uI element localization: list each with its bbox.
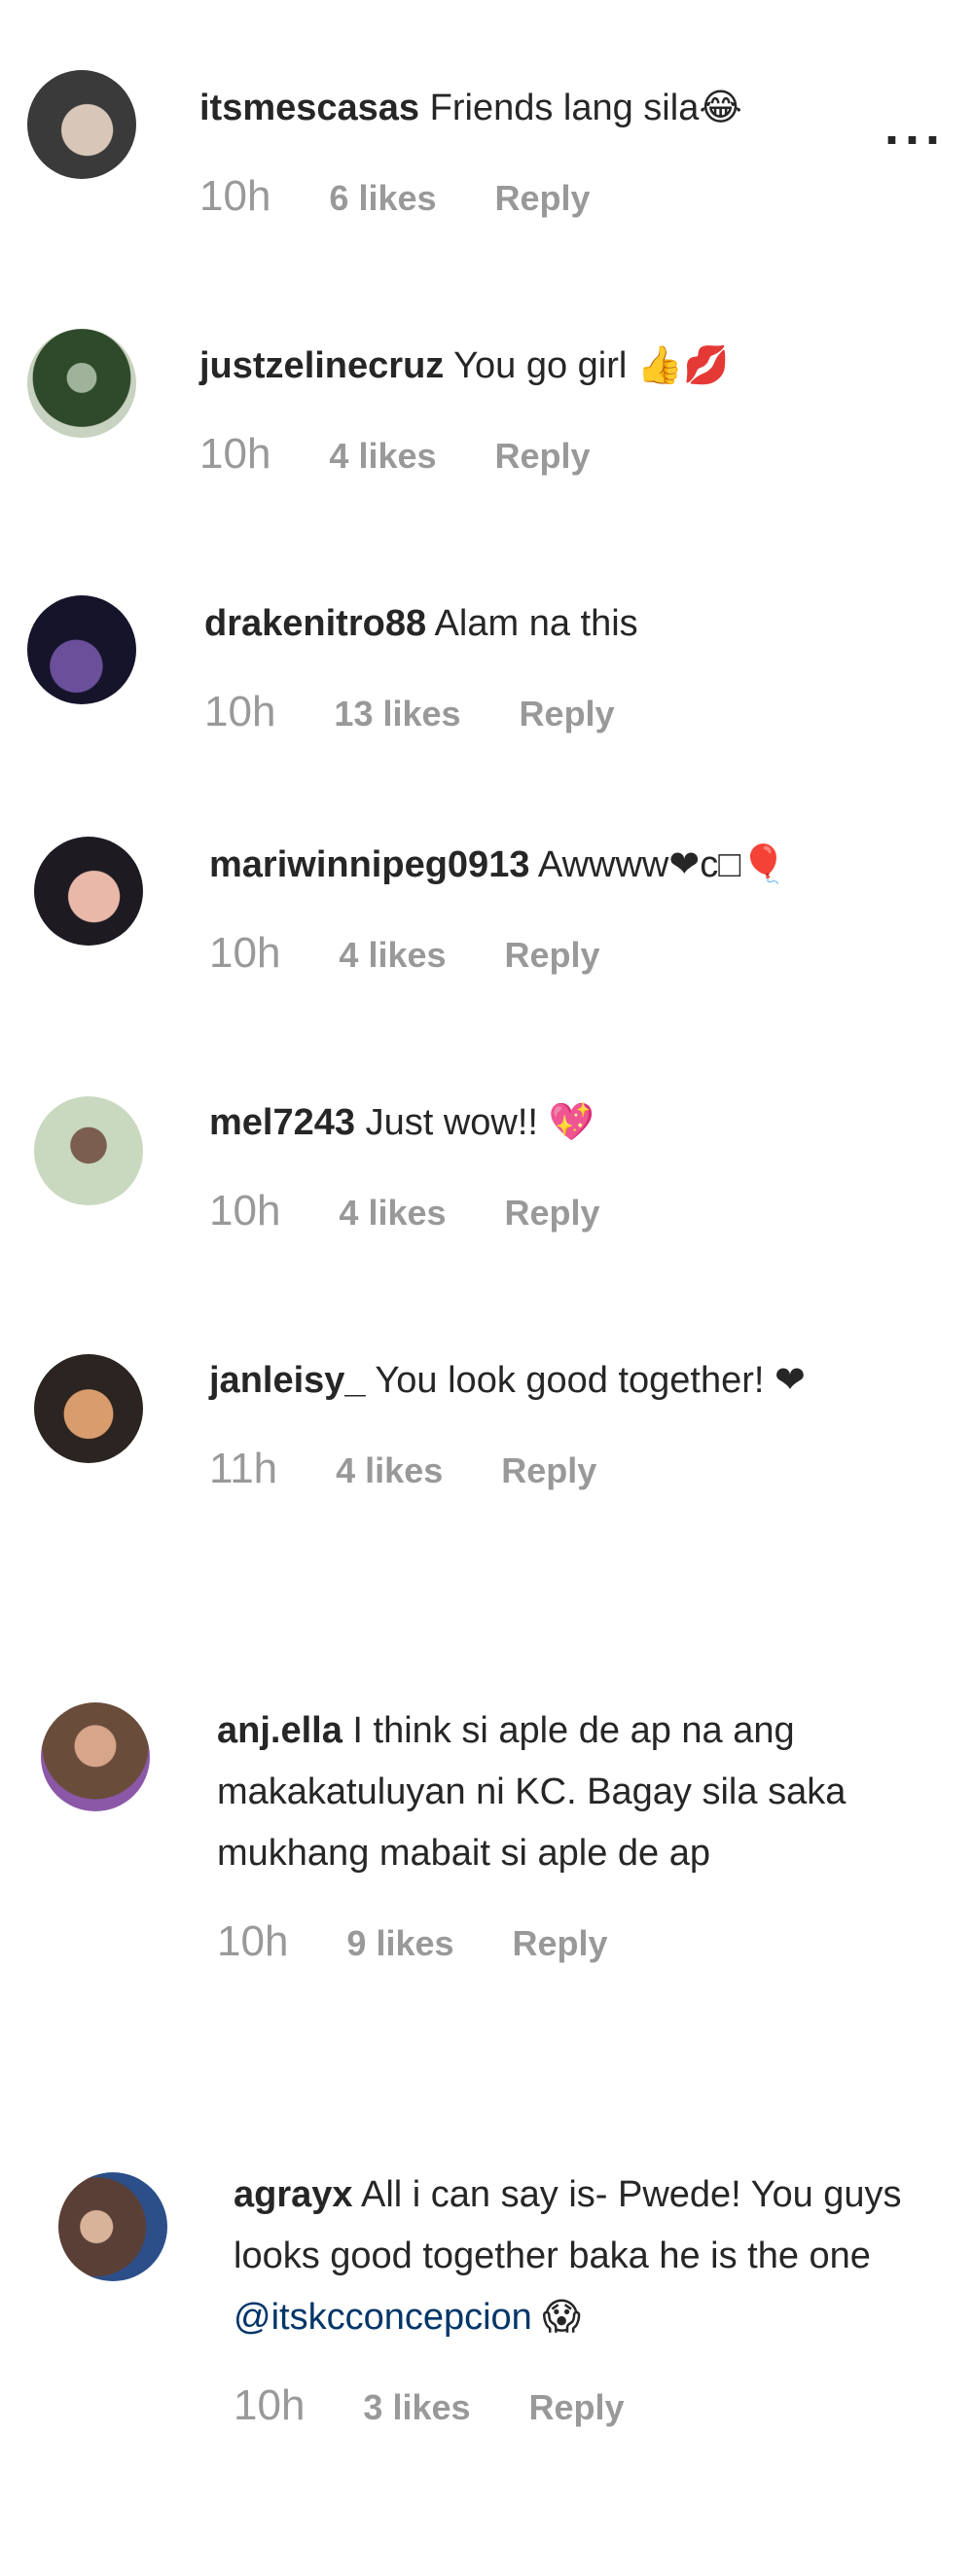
- comment-body-suffix: 😱: [531, 2297, 581, 2338]
- username-link[interactable]: mariwinnipeg0913: [209, 844, 529, 885]
- comment-text: mariwinnipeg0913 Awwww❤c□🎈: [209, 835, 929, 896]
- comment-text: anj.ella I think si aple de ap na ang ma…: [217, 1700, 937, 1884]
- timestamp: 10h: [199, 172, 271, 220]
- comment-meta: 10h 9 likes Reply: [217, 1917, 937, 1966]
- reply-button[interactable]: Reply: [520, 694, 615, 734]
- comment-text: mel7243 Just wow!! 💖: [209, 1092, 929, 1154]
- username-link[interactable]: itsmescasas: [199, 88, 419, 128]
- reply-button[interactable]: Reply: [505, 1193, 600, 1234]
- mention-link[interactable]: @itskcconcepcion: [234, 2297, 532, 2338]
- timestamp: 10h: [234, 2381, 306, 2429]
- comment-body: Alam na this: [426, 603, 638, 644]
- username-link[interactable]: agrayx: [234, 2174, 353, 2215]
- comment-text: itsmescasas Friends lang sila😂: [199, 78, 881, 139]
- comment-meta: 10h 3 likes Reply: [234, 2381, 934, 2430]
- timestamp: 10h: [217, 1917, 289, 1965]
- avatar[interactable]: [27, 329, 136, 438]
- avatar[interactable]: [58, 2172, 167, 2281]
- avatar[interactable]: [34, 1096, 143, 1205]
- avatar[interactable]: [41, 1702, 150, 1811]
- comment-text: justzelinecruz You go girl 👍💋: [199, 336, 900, 397]
- reply-button[interactable]: Reply: [495, 178, 591, 219]
- reply-button[interactable]: Reply: [513, 1923, 608, 1964]
- timestamp: 10h: [204, 688, 276, 735]
- comment-body: You go girl 👍💋: [444, 345, 730, 386]
- likes-count[interactable]: 4 likes: [339, 1193, 446, 1234]
- timestamp: 11h: [209, 1445, 278, 1492]
- likes-count[interactable]: 6 likes: [329, 178, 436, 219]
- likes-count[interactable]: 4 likes: [329, 436, 436, 477]
- likes-count[interactable]: 13 likes: [334, 694, 460, 734]
- comment-meta: 11h 4 likes Reply: [209, 1445, 949, 1493]
- username-link[interactable]: drakenitro88: [204, 603, 426, 644]
- comment-meta: 10h 4 likes Reply: [209, 1187, 929, 1235]
- comment-body: Friends lang sila😂: [419, 88, 742, 128]
- timestamp: 10h: [209, 929, 281, 977]
- comment-body: You look good together! ❤: [365, 1360, 806, 1401]
- likes-count[interactable]: 9 likes: [346, 1923, 453, 1964]
- reply-button[interactable]: Reply: [505, 935, 600, 976]
- likes-count[interactable]: 4 likes: [339, 935, 446, 976]
- timestamp: 10h: [199, 430, 271, 478]
- username-link[interactable]: mel7243: [209, 1102, 355, 1143]
- comment-meta: 10h 4 likes Reply: [209, 929, 929, 978]
- timestamp: 10h: [209, 1187, 281, 1234]
- comment-text: janleisy_ You look good together! ❤: [209, 1350, 949, 1412]
- avatar[interactable]: [34, 1354, 143, 1463]
- username-link[interactable]: janleisy_: [209, 1360, 366, 1401]
- more-options-icon[interactable]: ...: [884, 100, 946, 153]
- reply-button[interactable]: Reply: [495, 436, 591, 477]
- likes-count[interactable]: 4 likes: [336, 1450, 443, 1491]
- avatar[interactable]: [34, 837, 143, 946]
- comment-text: agrayx All i can say is- Pwede! You guys…: [234, 2165, 934, 2348]
- reply-button[interactable]: Reply: [501, 1450, 596, 1491]
- reply-button[interactable]: Reply: [529, 2387, 625, 2428]
- username-link[interactable]: justzelinecruz: [199, 345, 444, 386]
- comment-body: Awwww❤c□🎈: [529, 844, 787, 885]
- avatar[interactable]: [27, 595, 136, 704]
- comment-body: Just wow!! 💖: [355, 1102, 595, 1143]
- likes-count[interactable]: 3 likes: [363, 2387, 470, 2428]
- comment-meta: 10h 6 likes Reply: [199, 172, 881, 221]
- avatar[interactable]: [27, 70, 136, 179]
- comment-meta: 10h 13 likes Reply: [204, 688, 905, 736]
- username-link[interactable]: anj.ella: [217, 1710, 342, 1751]
- comment-text: drakenitro88 Alam na this: [204, 593, 905, 655]
- comment-meta: 10h 4 likes Reply: [199, 430, 900, 479]
